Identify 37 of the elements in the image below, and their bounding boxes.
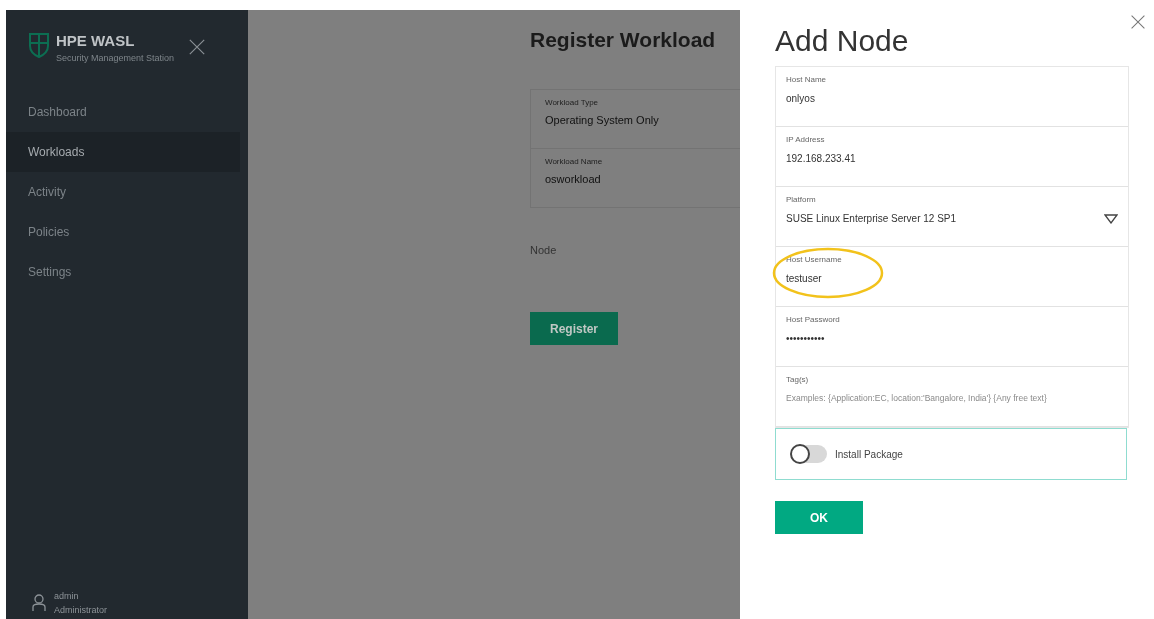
field-value[interactable]: onlyos [786, 93, 815, 104]
field-value[interactable]: testuser [786, 273, 822, 284]
toggle-switch[interactable] [791, 445, 827, 463]
field-label: Host Password [786, 315, 841, 324]
field-value: SUSE Linux Enterprise Server 12 SP1 [786, 213, 957, 224]
field-label: Workload Type [545, 98, 600, 107]
ok-button[interactable]: OK [775, 501, 863, 534]
shield-icon [28, 32, 50, 58]
field-label: Host Name [786, 75, 827, 84]
app-title: HPE WASL [56, 32, 136, 49]
close-icon[interactable] [1130, 14, 1146, 30]
nav-item[interactable]: Policies [6, 212, 92, 252]
field-value[interactable]: ••••••••••• [786, 333, 825, 344]
nav-item[interactable]: Activity [6, 172, 88, 212]
user-name: admin [54, 591, 80, 601]
nav-item[interactable]: Dashboard [6, 92, 109, 132]
sidebar-close-icon[interactable] [188, 38, 207, 56]
field-label: Platform [786, 195, 817, 204]
field-label: Workload Name [545, 157, 604, 166]
toggle-label: Install Package [835, 448, 903, 460]
user-icon [32, 594, 46, 612]
register-button[interactable]: Register [530, 312, 618, 345]
field-label: Tag(s) [786, 375, 810, 384]
user-role: Administrator [54, 605, 107, 615]
field-label: Host Username [786, 255, 843, 264]
nav-item[interactable]: Workloads [6, 132, 240, 172]
field-value: Operating System Only [545, 114, 660, 126]
app-subtitle: Security Management Station [56, 53, 175, 63]
drawer-title: Add Node [775, 24, 910, 58]
dropdown-icon[interactable] [1104, 213, 1118, 224]
field-value: osworkload [545, 173, 602, 185]
field-value[interactable]: 192.168.233.41 [786, 153, 856, 164]
node-label: Node [530, 244, 558, 256]
page-title: Register Workload [530, 28, 717, 52]
nav-item[interactable]: Settings [6, 252, 94, 292]
field-label: IP Address [786, 135, 826, 144]
field-placeholder[interactable]: Examples: {Application:EC, location:'Bangalore, India'} {Any free text} [786, 393, 1118, 403]
